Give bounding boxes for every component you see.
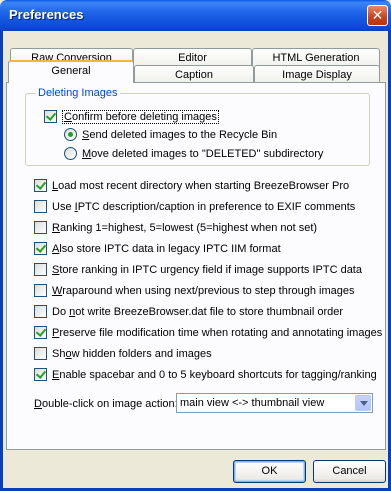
label-rest: ouble-click on image action:: [41, 397, 178, 410]
move-deleted-radio[interactable]: Move deleted images to "DELETED" subdire…: [64, 146, 323, 161]
checkbox-label: Enable spacebar and 0 to 5 keyboard shor…: [52, 369, 377, 381]
label-access-key: D: [34, 397, 42, 410]
label-access-key: R: [52, 221, 60, 234]
option-enable-keyboard-shortcuts[interactable]: Enable spacebar and 0 to 5 keyboard shor…: [34, 367, 377, 382]
window-title: Preferences: [9, 7, 84, 22]
radio-label: Send deleted images to the Recycle Bin: [82, 129, 277, 141]
option-no-dat-file[interactable]: Do not write BreezeBrowser.dat file to s…: [34, 304, 343, 319]
label-rest: end deleted images to the Recycle Bin: [89, 128, 278, 141]
radio-circle[interactable]: [64, 128, 77, 141]
checkbox-box[interactable]: [34, 368, 47, 381]
option-store-ranking-urgency[interactable]: Store ranking in IPTC urgency field if i…: [34, 262, 362, 277]
tab-label: Image Display: [282, 69, 352, 81]
checkbox-box[interactable]: [34, 200, 47, 213]
tab-label: Editor: [178, 52, 207, 64]
checkbox-label: Show hidden folders and images: [52, 348, 212, 360]
option-wraparound[interactable]: Wraparound when using next/previous to s…: [34, 283, 354, 298]
label-rest: anking 1=highest, 5=lowest (5=highest wh…: [59, 221, 318, 234]
tab-label: General: [51, 65, 91, 77]
label-access-key: W: [52, 284, 63, 297]
label-rest: reserve file modification time when rota…: [59, 326, 383, 339]
checkbox-box[interactable]: [44, 110, 57, 123]
label-prefix: Sh: [52, 347, 66, 360]
option-use-iptc-description[interactable]: Use IPTC description/caption in preferen…: [34, 199, 355, 214]
label-rest: ot write BreezeBrowser.dat file to store…: [75, 305, 344, 318]
checkbox-label: Ranking 1=highest, 5=lowest (5=highest w…: [52, 222, 317, 234]
option-ranking-highest[interactable]: Ranking 1=highest, 5=lowest (5=highest w…: [34, 220, 317, 235]
checkbox-box[interactable]: [34, 263, 47, 276]
checkbox-label: Store ranking in IPTC urgency field if i…: [52, 264, 362, 276]
label-rest: raparound when using next/previous to st…: [62, 284, 355, 297]
tab-label: HTML Generation: [272, 52, 360, 64]
confirm-delete-checkbox[interactable]: Confirm before deleting images: [44, 109, 219, 124]
label-rest: PTC description/caption in preference to…: [77, 200, 356, 213]
recycle-bin-radio[interactable]: Send deleted images to the Recycle Bin: [64, 127, 277, 142]
checkbox-label: Use IPTC description/caption in preferen…: [52, 201, 355, 213]
option-preserve-modification-time[interactable]: Preserve file modification time when rot…: [34, 325, 382, 340]
label-rest: nable spacebar and 0 to 5 keyboard short…: [59, 368, 377, 381]
option-store-iptc-iim[interactable]: Also store IPTC data in legacy IPTC IIM …: [34, 241, 281, 256]
checkbox-label: Do not write BreezeBrowser.dat file to s…: [52, 306, 343, 318]
double-click-label: Double-click on image action:: [34, 396, 178, 411]
close-icon: ✕: [371, 7, 384, 23]
option-show-hidden[interactable]: Show hidden folders and images: [34, 346, 212, 361]
close-button[interactable]: ✕: [367, 5, 388, 26]
radio-label: Move deleted images to "DELETED" subdire…: [82, 148, 323, 160]
double-click-action-select[interactable]: main view <-> thumbnail view: [176, 393, 373, 413]
label-prefix: Do: [52, 305, 70, 318]
select-value: main view <-> thumbnail view: [180, 397, 325, 409]
label-rest: oad most recent directory when starting …: [58, 179, 350, 192]
cancel-button[interactable]: Cancel: [313, 460, 386, 483]
tab-caption[interactable]: Caption: [134, 65, 254, 83]
label-access-key: M: [82, 147, 92, 160]
checkbox-label: Preserve file modification time when rot…: [52, 327, 382, 339]
checkbox-box[interactable]: [34, 242, 47, 255]
checkbox-box[interactable]: [34, 326, 47, 339]
tab-image-display[interactable]: Image Display: [254, 65, 380, 83]
radio-circle[interactable]: [64, 147, 77, 160]
checkbox-box[interactable]: [34, 347, 47, 360]
label-rest: lso store IPTC data in legacy IPTC IIM f…: [59, 242, 281, 255]
label-rest: onfirm before deleting images: [71, 110, 217, 123]
deleting-images-legend: Deleting Images: [36, 87, 120, 99]
checkbox-label: Confirm before deleting images: [62, 109, 219, 124]
checkbox-box[interactable]: [34, 284, 47, 297]
label-rest: w hidden folders and images: [71, 347, 212, 360]
option-load-recent-directory[interactable]: Load most recent directory when starting…: [34, 178, 349, 193]
label-access-key: C: [64, 110, 72, 123]
checkbox-label: Also store IPTC data in legacy IPTC IIM …: [52, 243, 281, 255]
checkbox-label: Load most recent directory when starting…: [52, 180, 349, 192]
label-rest: ove deleted images to "DELETED" subdirec…: [91, 147, 324, 160]
window-frame-left: [0, 31, 3, 491]
chevron-down-icon[interactable]: [355, 395, 371, 411]
tab-general[interactable]: General: [8, 60, 134, 83]
checkbox-box[interactable]: [34, 179, 47, 192]
checkbox-box[interactable]: [34, 221, 47, 234]
ok-button[interactable]: OK: [233, 460, 306, 483]
label-rest: tore ranking in IPTC urgency field if im…: [59, 263, 362, 276]
title-bar: Preferences ✕: [0, 0, 391, 31]
tab-label: Caption: [175, 69, 213, 81]
label-prefix: Use: [52, 200, 75, 213]
checkbox-label: Wraparound when using next/previous to s…: [52, 285, 354, 297]
checkbox-box[interactable]: [34, 305, 47, 318]
